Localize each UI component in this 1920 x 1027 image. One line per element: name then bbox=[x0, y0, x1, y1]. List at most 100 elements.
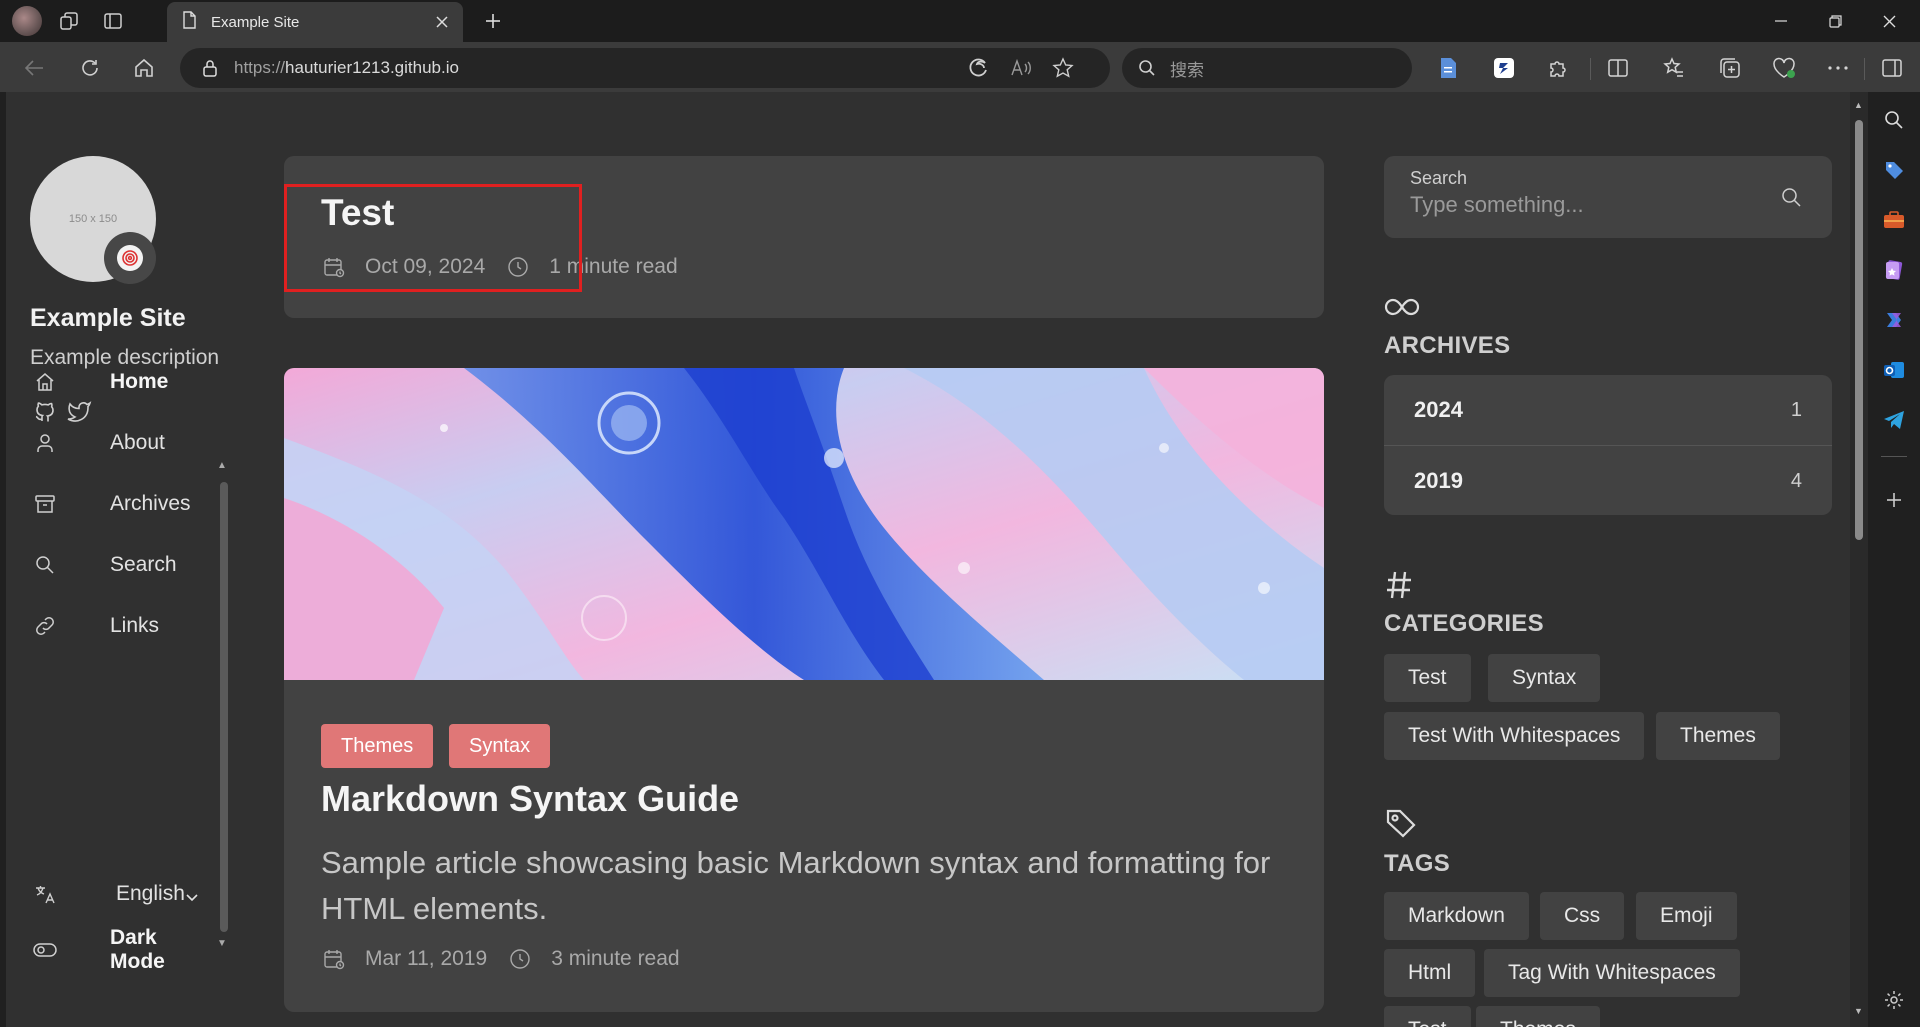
tag-chip-markdown[interactable]: Markdown bbox=[1384, 892, 1529, 940]
site-search-input[interactable]: Type something... bbox=[1410, 192, 1584, 218]
scrollbar-thumb[interactable] bbox=[1855, 120, 1863, 540]
category-chip-test[interactable]: Test bbox=[1384, 654, 1471, 702]
highlight-annotation-box bbox=[284, 184, 582, 292]
tag-chip-html[interactable]: Html bbox=[1384, 949, 1476, 997]
menu-item-label: About bbox=[110, 431, 165, 454]
collections-icon[interactable] bbox=[1712, 50, 1748, 86]
back-button[interactable] bbox=[16, 50, 52, 86]
post-card[interactable]: Themes Syntax Markdown Syntax Guide Samp… bbox=[284, 368, 1324, 1012]
minimize-button[interactable] bbox=[1754, 0, 1808, 42]
post-title[interactable]: Markdown Syntax Guide bbox=[321, 778, 739, 820]
tag-chip-themes[interactable]: Themes bbox=[1476, 1006, 1600, 1027]
category-chip-themes[interactable]: Themes bbox=[1656, 712, 1780, 760]
search-icon bbox=[1138, 59, 1156, 77]
archive-count: 4 bbox=[1790, 469, 1802, 492]
category-chip-syntax[interactable]: Syntax bbox=[1488, 654, 1601, 702]
menu-item-home[interactable]: Home bbox=[30, 362, 210, 402]
url-text[interactable]: https://hauturier1213.github.io bbox=[234, 58, 459, 78]
page-icon bbox=[181, 11, 197, 33]
menu-item-links[interactable]: Links bbox=[30, 606, 210, 646]
more-options-icon[interactable] bbox=[1820, 50, 1856, 86]
browser-search-box[interactable]: 搜索 bbox=[1122, 48, 1412, 88]
category-pill-syntax[interactable]: Syntax bbox=[449, 724, 551, 768]
clock-icon bbox=[507, 946, 533, 972]
menu-scroll-up-icon[interactable]: ▲ bbox=[217, 460, 227, 471]
archives-list: 2024 1 2019 4 bbox=[1384, 375, 1832, 515]
send-telegram-icon[interactable] bbox=[1878, 404, 1910, 436]
archive-count: 1 bbox=[1790, 398, 1802, 421]
read-aloud-icon[interactable] bbox=[1006, 53, 1036, 83]
tag-chip-test[interactable]: Test bbox=[1384, 1006, 1471, 1027]
tab-example-site[interactable]: Example Site bbox=[167, 2, 463, 42]
outlook-icon[interactable] bbox=[1878, 354, 1910, 386]
menu-scroll-down-icon[interactable]: ▼ bbox=[217, 938, 227, 949]
restore-button[interactable] bbox=[1808, 0, 1862, 42]
avatar-emoji-badge bbox=[104, 232, 156, 284]
scroll-down-icon[interactable]: ▼ bbox=[1854, 1006, 1863, 1016]
site-title[interactable]: Example Site bbox=[30, 304, 186, 333]
workspaces-icon[interactable] bbox=[52, 4, 86, 38]
web-page: 150 x 150 Example Site Example descripti… bbox=[6, 92, 1850, 1027]
new-tab-button[interactable] bbox=[476, 4, 510, 38]
add-icon[interactable] bbox=[1878, 484, 1910, 516]
sidebar-toggle-icon[interactable] bbox=[1874, 50, 1910, 86]
page-scrollbar[interactable]: ▲ ▼ bbox=[1850, 92, 1868, 1027]
dark-mode-label: Dark Mode bbox=[110, 926, 165, 973]
games-icon[interactable] bbox=[1878, 254, 1910, 286]
lock-icon[interactable] bbox=[202, 59, 218, 77]
dark-mode-toggle[interactable]: Dark Mode bbox=[30, 926, 210, 973]
document-extension-icon[interactable] bbox=[1430, 50, 1466, 86]
gear-icon[interactable] bbox=[1878, 984, 1910, 1016]
translate-icon bbox=[30, 879, 60, 909]
window-close-button[interactable] bbox=[1862, 0, 1916, 42]
copilot-icon[interactable] bbox=[1878, 304, 1910, 336]
infinity-icon bbox=[1384, 294, 1420, 320]
search-icon[interactable] bbox=[1776, 182, 1806, 212]
favorite-star-icon[interactable] bbox=[1048, 53, 1078, 83]
tag-chip-tag-with-whitespaces[interactable]: Tag With Whitespaces bbox=[1484, 949, 1740, 997]
tools-briefcase-icon[interactable] bbox=[1878, 204, 1910, 236]
favorites-icon[interactable] bbox=[1656, 50, 1692, 86]
refresh-button[interactable] bbox=[72, 50, 108, 86]
scroll-up-icon[interactable]: ▲ bbox=[1854, 100, 1863, 110]
extensions-puzzle-icon[interactable] bbox=[1540, 50, 1576, 86]
profile-avatar[interactable] bbox=[12, 6, 42, 36]
shopping-tag-icon[interactable] bbox=[1878, 154, 1910, 186]
category-pill-themes[interactable]: Themes bbox=[321, 724, 434, 768]
language-label: English bbox=[116, 882, 185, 905]
menu-item-archives[interactable]: Archives bbox=[30, 484, 210, 524]
categories-title: CATEGORIES bbox=[1384, 610, 1544, 637]
close-icon[interactable] bbox=[429, 9, 455, 35]
category-chip-test-with-whitespaces[interactable]: Test With Whitespaces bbox=[1384, 712, 1645, 760]
home-button[interactable] bbox=[126, 50, 162, 86]
menu-item-label: Archives bbox=[110, 492, 191, 515]
language-selector[interactable]: English bbox=[30, 874, 210, 914]
edge-app-icon[interactable] bbox=[964, 53, 994, 83]
extension-square-icon[interactable] bbox=[1486, 50, 1522, 86]
archives-title: ARCHIVES bbox=[1384, 332, 1511, 359]
menu-scrollbar[interactable] bbox=[220, 482, 228, 932]
tab-actions-icon[interactable] bbox=[96, 4, 130, 38]
tag-chip-css[interactable]: Css bbox=[1540, 892, 1625, 940]
chevron-down-icon bbox=[186, 884, 198, 908]
search-icon[interactable] bbox=[1878, 104, 1910, 136]
tag-chip-emoji[interactable]: Emoji bbox=[1636, 892, 1737, 940]
home-icon bbox=[30, 367, 60, 397]
edge-sidebar-divider bbox=[1881, 456, 1907, 457]
tag-icon bbox=[1384, 806, 1418, 840]
search-icon bbox=[30, 550, 60, 580]
address-bar[interactable]: https://hauturier1213.github.io bbox=[180, 48, 1110, 88]
split-screen-icon[interactable] bbox=[1600, 50, 1636, 86]
menu-item-search[interactable]: Search bbox=[30, 545, 210, 585]
menu-item-about[interactable]: About bbox=[30, 423, 210, 463]
tab-title: Example Site bbox=[211, 13, 300, 31]
post-excerpt: Sample article showcasing basic Markdown… bbox=[321, 845, 1271, 926]
site-search-label: Search bbox=[1410, 168, 1468, 188]
archive-row-2024[interactable]: 2024 1 bbox=[1384, 375, 1832, 445]
site-search-box[interactable]: Search Type something... bbox=[1384, 156, 1832, 238]
archive-row-2019[interactable]: 2019 4 bbox=[1384, 446, 1832, 515]
user-icon bbox=[30, 428, 60, 458]
browser-essentials-icon[interactable] bbox=[1766, 50, 1802, 86]
menu-item-label: Home bbox=[110, 370, 169, 393]
post-cover-image[interactable] bbox=[284, 368, 1324, 680]
